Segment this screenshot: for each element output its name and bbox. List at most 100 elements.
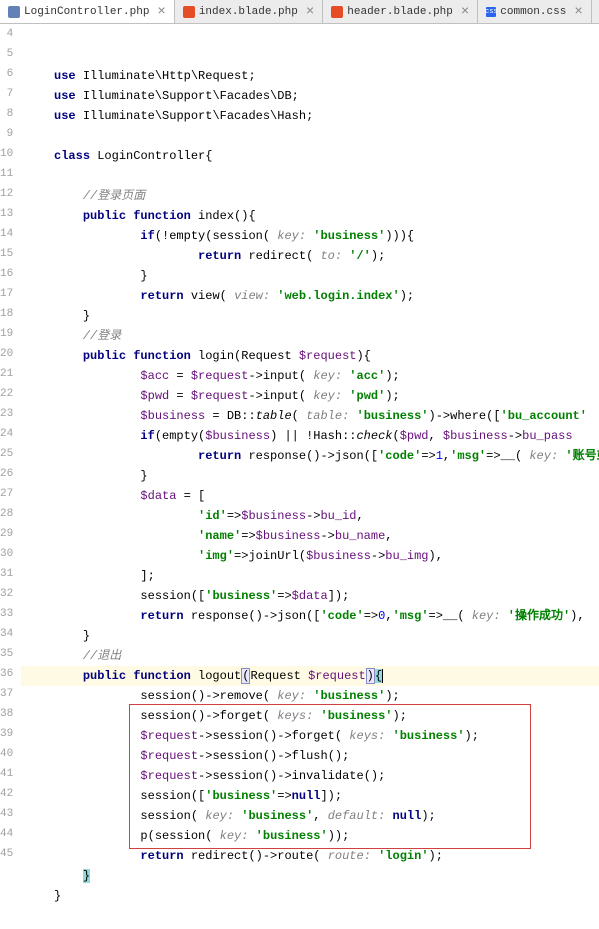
line-number: 22: [0, 384, 13, 404]
line-number: 21: [0, 364, 13, 384]
line-number: 38: [0, 704, 13, 724]
code-line[interactable]: session(['business'=>$data]);: [21, 586, 599, 606]
line-number: 36: [0, 664, 13, 684]
line-number: 5: [0, 44, 13, 64]
code-line[interactable]: $request->session()->forget( keys: 'busi…: [21, 726, 599, 746]
line-number: 33: [0, 604, 13, 624]
blade-file-icon: [331, 6, 343, 18]
line-number: 28: [0, 504, 13, 524]
code-line[interactable]: if(!empty(session( key: 'business'))){: [21, 226, 599, 246]
line-number: 6: [0, 64, 13, 84]
code-editor[interactable]: 4567891011121314151617181920212223242526…: [0, 24, 599, 906]
code-line[interactable]: return view( view: 'web.login.index');: [21, 286, 599, 306]
line-number: 14: [0, 224, 13, 244]
line-number: 30: [0, 544, 13, 564]
css-file-icon: css: [486, 7, 496, 17]
code-line[interactable]: 'id'=>$business->bu_id,: [21, 506, 599, 526]
code-line[interactable]: }: [21, 866, 599, 886]
editor-tabs: LoginController.php×index.blade.php×head…: [0, 0, 599, 24]
line-number: 4: [0, 24, 13, 44]
code-line[interactable]: $acc = $request->input( key: 'acc');: [21, 366, 599, 386]
tab-index-blade-php[interactable]: index.blade.php ×: [175, 0, 323, 23]
code-line[interactable]: return response()->json(['code'=>1,'msg'…: [21, 446, 599, 466]
tab-label: LoginController.php: [24, 6, 149, 18]
code-line[interactable]: //退出: [21, 646, 599, 666]
line-number: 29: [0, 524, 13, 544]
line-number: 35: [0, 644, 13, 664]
code-line[interactable]: }: [21, 266, 599, 286]
line-number: 26: [0, 464, 13, 484]
line-number: 27: [0, 484, 13, 504]
line-number: 24: [0, 424, 13, 444]
code-area[interactable]: use Illuminate\Http\Request; use Illumin…: [21, 24, 599, 906]
line-number: 17: [0, 284, 13, 304]
code-line[interactable]: $request->session()->flush();: [21, 746, 599, 766]
close-icon[interactable]: ×: [157, 4, 165, 20]
code-line[interactable]: }: [21, 626, 599, 646]
line-number: 42: [0, 784, 13, 804]
tab-header-blade-php[interactable]: header.blade.php ×: [323, 0, 478, 23]
line-number: 19: [0, 324, 13, 344]
line-number-gutter: 4567891011121314151617181920212223242526…: [0, 24, 21, 906]
code-line[interactable]: public function logout(Request $request)…: [21, 666, 599, 686]
line-number: 40: [0, 744, 13, 764]
code-line[interactable]: }: [21, 306, 599, 326]
code-line[interactable]: return redirect()->route( route: 'login'…: [21, 846, 599, 866]
php-file-icon: [8, 6, 20, 18]
line-number: 44: [0, 824, 13, 844]
code-line[interactable]: use Illuminate\Support\Facades\DB;: [21, 86, 599, 106]
line-number: 13: [0, 204, 13, 224]
tab-common-css[interactable]: css common.css ×: [478, 0, 591, 23]
code-line[interactable]: return redirect( to: '/');: [21, 246, 599, 266]
close-icon[interactable]: ×: [306, 4, 314, 20]
line-number: 32: [0, 584, 13, 604]
code-line[interactable]: use Illuminate\Support\Facades\Hash;: [21, 106, 599, 126]
code-line[interactable]: public function index(){: [21, 206, 599, 226]
tab-LoginController-php[interactable]: LoginController.php ×: [0, 0, 175, 23]
code-line[interactable]: session()->forget( keys: 'business');: [21, 706, 599, 726]
code-line[interactable]: p(session( key: 'business'));: [21, 826, 599, 846]
line-number: 45: [0, 844, 13, 864]
blade-file-icon: [183, 6, 195, 18]
line-number: 37: [0, 684, 13, 704]
code-line[interactable]: if(empty($business) || !Hash::check($pwd…: [21, 426, 599, 446]
line-number: 12: [0, 184, 13, 204]
line-number: 20: [0, 344, 13, 364]
line-number: 31: [0, 564, 13, 584]
code-line[interactable]: $data = [: [21, 486, 599, 506]
code-line[interactable]: session(['business'=>null]);: [21, 786, 599, 806]
close-icon[interactable]: ×: [461, 4, 469, 20]
tab-label: common.css: [500, 6, 566, 18]
code-line[interactable]: use Illuminate\Http\Request;: [21, 66, 599, 86]
code-line[interactable]: //登录: [21, 326, 599, 346]
code-line[interactable]: return response()->json(['code'=>0,'msg'…: [21, 606, 599, 626]
code-line[interactable]: ];: [21, 566, 599, 586]
line-number: 8: [0, 104, 13, 124]
line-number: 41: [0, 764, 13, 784]
code-line[interactable]: session()->remove( key: 'business');: [21, 686, 599, 706]
tab-label: index.blade.php: [199, 6, 298, 18]
close-icon[interactable]: ×: [574, 4, 582, 20]
code-line[interactable]: 'name'=>$business->bu_name,: [21, 526, 599, 546]
code-line[interactable]: }: [21, 466, 599, 486]
line-number: 16: [0, 264, 13, 284]
line-number: 43: [0, 804, 13, 824]
code-line[interactable]: [21, 166, 599, 186]
line-number: 23: [0, 404, 13, 424]
line-number: 34: [0, 624, 13, 644]
code-line[interactable]: 'img'=>joinUrl($business->bu_img),: [21, 546, 599, 566]
code-line[interactable]: public function login(Request $request){: [21, 346, 599, 366]
tab-label: header.blade.php: [347, 6, 453, 18]
code-line[interactable]: }: [21, 886, 599, 906]
code-line[interactable]: class LoginController{: [21, 146, 599, 166]
code-line[interactable]: $business = DB::table( table: 'business'…: [21, 406, 599, 426]
line-number: 15: [0, 244, 13, 264]
line-number: 7: [0, 84, 13, 104]
code-line[interactable]: session( key: 'business', default: null)…: [21, 806, 599, 826]
code-line[interactable]: [21, 126, 599, 146]
code-line[interactable]: //登录页面: [21, 186, 599, 206]
code-line[interactable]: $pwd = $request->input( key: 'pwd');: [21, 386, 599, 406]
line-number: 39: [0, 724, 13, 744]
line-number: 10: [0, 144, 13, 164]
code-line[interactable]: $request->session()->invalidate();: [21, 766, 599, 786]
